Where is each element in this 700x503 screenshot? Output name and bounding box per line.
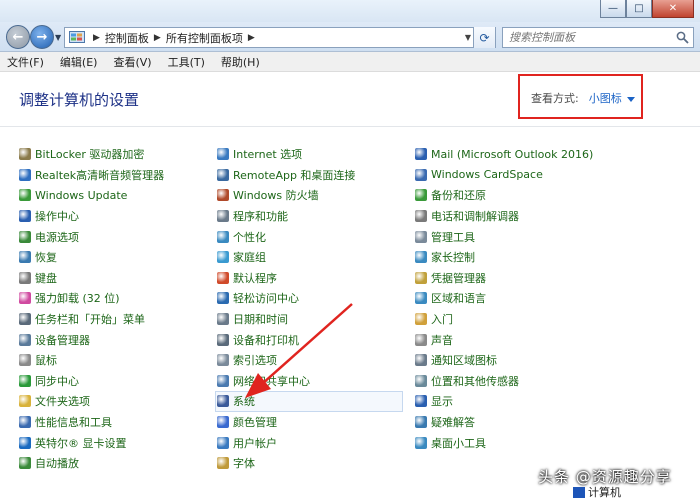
taskbar-computer[interactable]: 计算机 bbox=[573, 484, 621, 500]
taskbar-computer-label: 计算机 bbox=[588, 486, 621, 499]
computer-icon bbox=[573, 486, 585, 498]
annotation-arrow bbox=[245, 303, 353, 398]
